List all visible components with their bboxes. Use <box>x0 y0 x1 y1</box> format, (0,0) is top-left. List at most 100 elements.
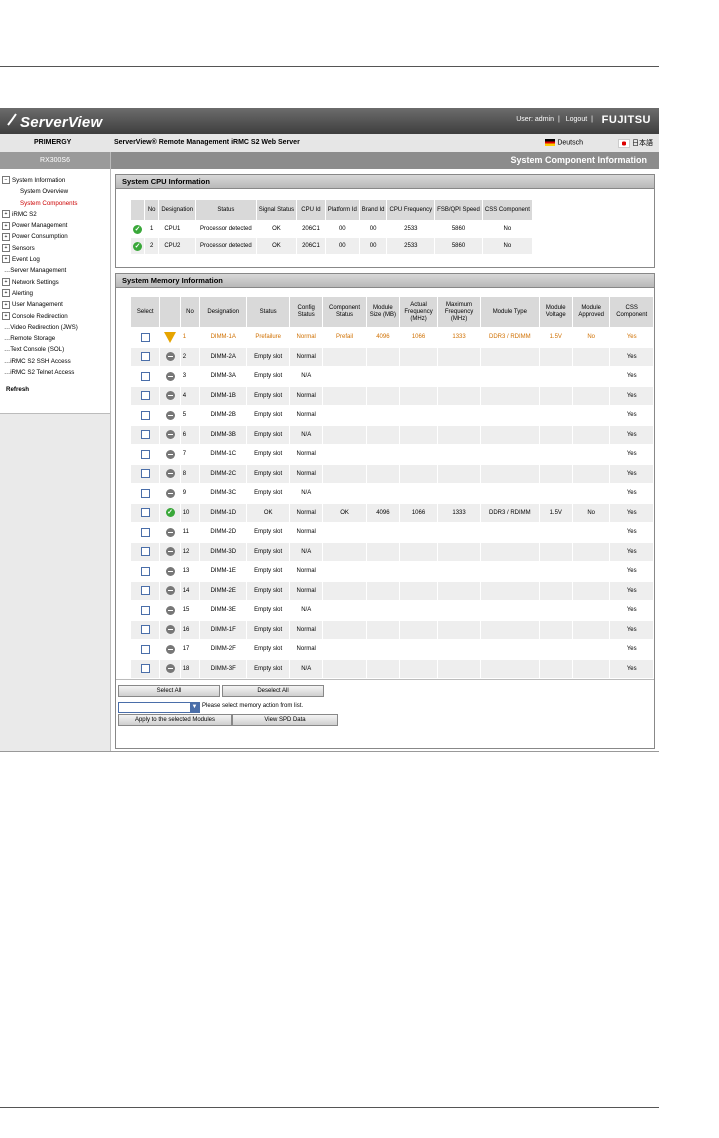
sidebar-item-server-management[interactable]: …Server Management <box>0 265 110 276</box>
collapse-icon[interactable]: − <box>2 176 10 185</box>
row-checkbox[interactable] <box>140 664 150 674</box>
sidebar-item-label: Network Settings <box>12 278 59 286</box>
table-cell: DIMM-3F <box>199 658 248 679</box>
table-cell <box>365 346 401 367</box>
row-checkbox[interactable] <box>140 508 150 518</box>
table-cell <box>365 658 401 679</box>
row-checkbox[interactable] <box>140 547 150 557</box>
row-checkbox[interactable] <box>140 527 150 537</box>
sidebar-item-system-information[interactable]: − System Information <box>0 175 110 186</box>
sidebar-item-sensors[interactable]: + Sensors <box>0 243 110 254</box>
table-cell: 4096 <box>365 502 401 523</box>
row-checkbox[interactable] <box>140 644 150 654</box>
table-cell <box>437 483 482 504</box>
table-cell <box>538 639 573 660</box>
row-checkbox[interactable] <box>140 469 150 479</box>
sidebar-item-label: System Information <box>12 177 66 184</box>
row-checkbox[interactable] <box>140 488 150 498</box>
not-available-icon <box>165 625 175 635</box>
column-header: No <box>179 296 201 328</box>
row-checkbox[interactable] <box>140 605 150 615</box>
cpu-table: No Designation Status Signal Status CPU Id Pl… <box>130 199 533 255</box>
row-checkbox[interactable] <box>140 430 150 440</box>
expand-icon[interactable]: + <box>2 244 10 253</box>
column-header: CSS Component <box>481 199 533 221</box>
table-cell <box>322 346 367 367</box>
sidebar-item-power-consumption[interactable]: + Power Consumption <box>0 231 110 242</box>
select-all-button[interactable]: Select All <box>118 685 220 697</box>
row-checkbox[interactable] <box>140 410 150 420</box>
table-cell <box>571 444 611 465</box>
table-cell: Yes <box>609 541 654 562</box>
table-cell: Empty slot <box>246 366 291 387</box>
sidebar-item-irmc-s2-ssh-access[interactable]: …iRMC S2 SSH Access <box>0 356 110 367</box>
table-cell <box>538 424 573 445</box>
sidebar-item-network-settings[interactable]: + Network Settings <box>0 277 110 288</box>
table-cell <box>571 658 611 679</box>
expand-icon[interactable]: + <box>2 221 10 230</box>
column-header: CPU Id <box>296 199 326 221</box>
main-content: System Component Information System CPU … <box>111 152 659 751</box>
expand-icon[interactable]: + <box>2 311 10 320</box>
expand-icon[interactable]: + <box>2 255 10 264</box>
expand-icon[interactable]: + <box>2 278 10 287</box>
sidebar-item-label: User Management <box>12 301 63 309</box>
table-cell <box>399 580 439 601</box>
sidebar-item-label: Alerting <box>12 289 33 297</box>
table-row: ✓ 10 DIMM-1D OK Normal OK 4096 1066 1333 DDR3 / R… <box>129 502 654 523</box>
table-cell: Empty slot <box>246 658 291 679</box>
status-icon-header <box>130 199 145 221</box>
language-de-link[interactable]: Deutsch <box>545 139 583 146</box>
sidebar-item-console-redirection[interactable]: + Console Redirection <box>0 311 110 322</box>
row-checkbox[interactable] <box>140 371 150 381</box>
expand-icon[interactable]: + <box>2 300 10 309</box>
column-header: Select <box>129 296 161 328</box>
select-cell <box>129 424 161 445</box>
sidebar-item-alerting[interactable]: + Alerting <box>0 288 110 299</box>
table-cell <box>538 346 573 367</box>
row-checkbox[interactable] <box>140 449 150 459</box>
sidebar-item-video-redirection-jws-[interactable]: …Video Redirection (JWS) <box>0 322 110 333</box>
table-cell: DIMM-3D <box>199 541 248 562</box>
table-cell <box>365 619 401 640</box>
expand-icon[interactable]: + <box>2 232 10 241</box>
sidebar-item-system-components[interactable]: System Components <box>0 198 110 209</box>
logout-link[interactable]: Logout <box>566 116 587 123</box>
table-cell: DIMM-2A <box>199 346 248 367</box>
sidebar-item-irmc-s2-telnet-access[interactable]: …iRMC S2 Telnet Access <box>0 367 110 378</box>
sidebar-item-event-log[interactable]: + Event Log <box>0 254 110 265</box>
not-available-icon <box>165 566 175 576</box>
row-checkbox[interactable] <box>140 352 150 362</box>
row-checkbox[interactable] <box>140 586 150 596</box>
table-cell: Normal <box>289 619 324 640</box>
table-cell: Yes <box>609 346 654 367</box>
expand-icon[interactable]: + <box>2 289 10 298</box>
sidebar-item-remote-storage[interactable]: …Remote Storage <box>0 333 110 344</box>
sidebar-item-power-management[interactable]: + Power Management <box>0 220 110 231</box>
sidebar-item-system-overview[interactable]: System Overview <box>0 186 110 197</box>
expand-icon[interactable]: + <box>2 210 10 219</box>
deselect-all-button[interactable]: Deselect All <box>222 685 324 697</box>
sidebar-item-label: Remote Storage <box>10 335 56 343</box>
table-cell: 17 <box>179 639 201 660</box>
apply-button[interactable]: Apply to the selected Modules <box>118 714 232 726</box>
table-cell <box>399 619 439 640</box>
row-checkbox[interactable] <box>140 391 150 401</box>
view-spd-button[interactable]: View SPD Data <box>232 714 338 726</box>
warning-icon <box>164 331 177 343</box>
row-checkbox[interactable] <box>140 566 150 576</box>
sidebar-item-user-management[interactable]: + User Management <box>0 299 110 310</box>
table-cell <box>480 366 540 387</box>
sidebar-item-text-console-sol-[interactable]: …Text Console (SOL) <box>0 344 110 355</box>
not-available-icon <box>165 430 175 440</box>
sidebar-item-irmc-s2[interactable]: + iRMC S2 <box>0 209 110 220</box>
language-jp-link[interactable]: 日本語 <box>618 138 653 148</box>
row-checkbox[interactable] <box>140 332 150 342</box>
status-icon-cell <box>159 619 181 640</box>
table-row: 12 DIMM-3D Empty slot N/A Yes <box>129 541 654 562</box>
select-cell <box>129 600 161 621</box>
memory-actions: Select All Deselect All ▼ Please select … <box>116 679 654 740</box>
memory-action-select[interactable]: ▼ <box>118 702 200 713</box>
refresh-link[interactable]: Refresh <box>0 384 110 395</box>
row-checkbox[interactable] <box>140 625 150 635</box>
